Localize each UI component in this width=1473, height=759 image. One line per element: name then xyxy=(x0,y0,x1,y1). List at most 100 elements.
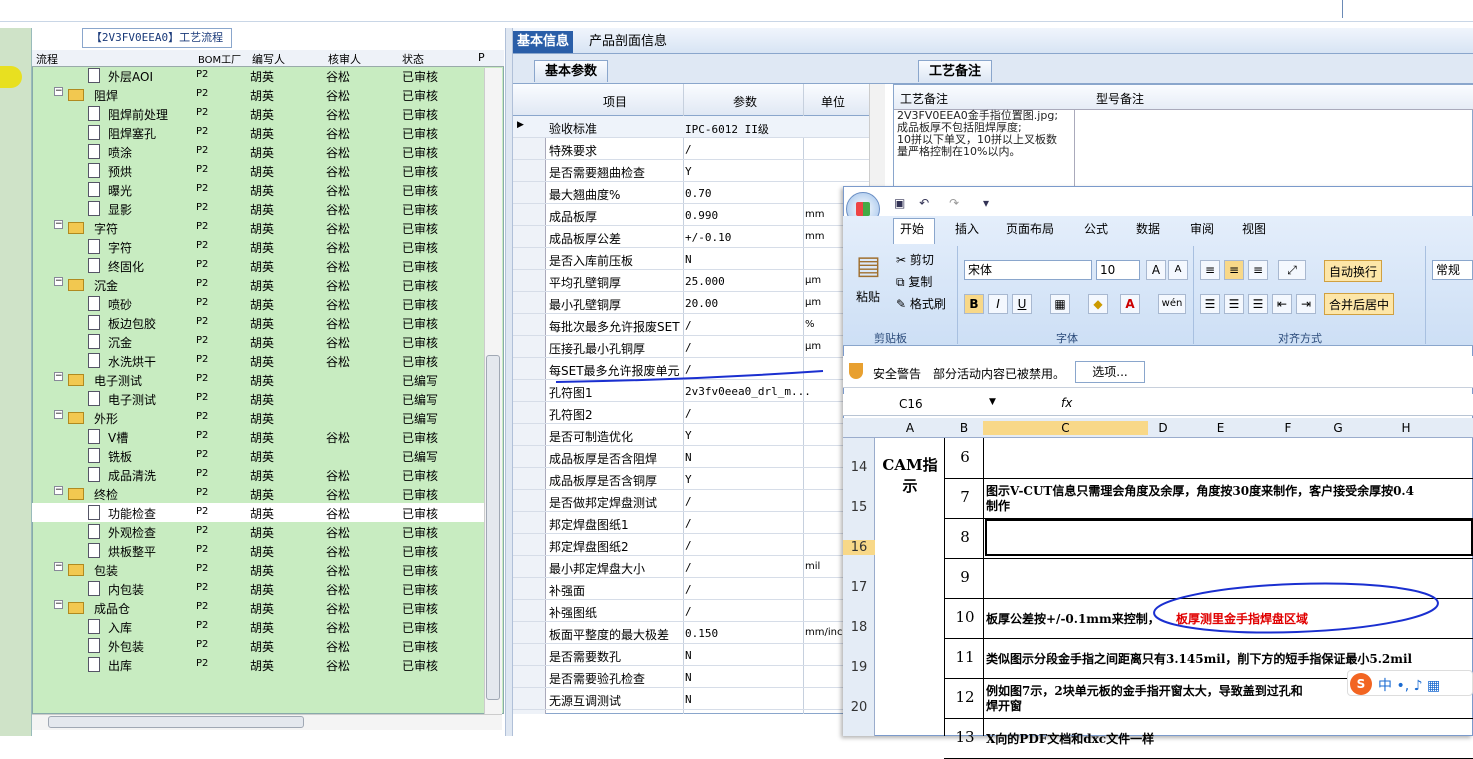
param-value[interactable]: / xyxy=(685,605,692,618)
param-value[interactable]: N xyxy=(685,693,692,706)
param-value[interactable]: / xyxy=(685,363,692,376)
quick-access-toolbar[interactable]: ▣ ↶ ↷ ▾ xyxy=(894,196,1014,212)
tree-row[interactable]: 烘板整平 P2 胡英 谷松 已审核 xyxy=(32,541,484,560)
font-size-combo[interactable]: 10 xyxy=(1096,260,1140,280)
param-row[interactable]: 邦定焊盘图纸1 / xyxy=(513,512,871,534)
param-row[interactable]: 是否入库前压板 N xyxy=(513,248,871,270)
param-row[interactable]: 孔符图1 2v3fv0eea0_drl_m... xyxy=(513,380,871,402)
param-value[interactable]: 20.00 xyxy=(685,297,718,310)
tree-row[interactable]: − 包装 P2 胡英 谷松 已审核 xyxy=(32,560,484,579)
options-button[interactable]: 选项... xyxy=(1075,361,1145,383)
align-middle-icon[interactable]: ≡ xyxy=(1224,260,1244,280)
paste-button[interactable]: 粘贴 xyxy=(856,288,880,305)
qat-dropdown-icon[interactable]: ▾ xyxy=(983,196,989,210)
cell-text-line2[interactable]: 制作 xyxy=(986,497,1010,514)
collapse-icon[interactable]: − xyxy=(54,562,63,571)
collapse-icon[interactable]: − xyxy=(54,277,63,286)
header-item[interactable]: 项目 xyxy=(603,93,627,110)
tree-row[interactable]: 曝光 P2 胡英 谷松 已审核 xyxy=(32,180,484,199)
subtab-notes[interactable]: 工艺备注 xyxy=(918,60,993,82)
cell-text[interactable]: 板厚公差按+/-0.1mm来控制， xyxy=(986,610,1160,627)
tree-row[interactable]: 内包装 P2 胡英 谷松 已审核 xyxy=(32,579,484,598)
tree-row[interactable]: 阻焊前处理 P2 胡英 谷松 已审核 xyxy=(32,104,484,123)
tree-row[interactable]: 预烘 P2 胡英 谷松 已审核 xyxy=(32,161,484,180)
collapse-icon[interactable]: − xyxy=(54,87,63,96)
cell-text[interactable]: 图示V-CUT信息只需理会角度及余厚，角度按30度来制作，客户接受余厚按0.4 xyxy=(986,482,1414,499)
param-value[interactable]: / xyxy=(685,539,692,552)
param-value[interactable]: N xyxy=(685,649,692,662)
tree-row[interactable]: − 成品仓 P2 胡英 谷松 已审核 xyxy=(32,598,484,617)
row-number[interactable]: 17 xyxy=(843,580,875,595)
param-row[interactable]: 每SET最多允许报废单元 / xyxy=(513,358,871,380)
param-value[interactable]: / xyxy=(685,561,692,574)
column-header[interactable]: H xyxy=(1363,421,1449,435)
tree-row[interactable]: 外包装 P2 胡英 谷松 已审核 xyxy=(32,636,484,655)
align-right-icon[interactable]: ☰ xyxy=(1248,294,1268,314)
param-row[interactable]: 最大翘曲度% 0.70 xyxy=(513,182,871,204)
bold-button[interactable]: B xyxy=(964,294,984,314)
param-row[interactable]: 成品板厚公差 +/-0.10 mm xyxy=(513,226,871,248)
tree-row[interactable]: 沉金 P2 胡英 谷松 已审核 xyxy=(32,332,484,351)
param-row[interactable]: 邦定焊盘图纸2 / xyxy=(513,534,871,556)
param-row[interactable]: 是否可制造优化 Y xyxy=(513,424,871,446)
merge-center-button[interactable]: 合并后居中 xyxy=(1324,293,1395,315)
format-painter-button[interactable]: ✎ 格式刷 xyxy=(896,295,946,312)
ribbon-tab[interactable]: 页面布局 xyxy=(1006,220,1054,237)
param-row[interactable]: 最小孔壁铜厚 20.00 μm xyxy=(513,292,871,314)
tab-basic-info[interactable]: 基本信息 xyxy=(513,31,574,53)
col-author[interactable]: 编写人 xyxy=(252,51,285,67)
wrap-text-button[interactable]: 自动换行 xyxy=(1324,260,1383,282)
collapse-icon[interactable]: − xyxy=(54,410,63,419)
ribbon-tab[interactable]: 插入 xyxy=(955,220,979,237)
process-note-text[interactable]: 2V3FV0EEA0金手指位置图.jpg; 成品板厚不包括阻焊厚度; 10拼以下单叉… xyxy=(897,110,1065,158)
tree-row[interactable]: 阻焊塞孔 P2 胡英 谷松 已审核 xyxy=(32,123,484,142)
tree-row[interactable]: − 终检 P2 胡英 谷松 已审核 xyxy=(32,484,484,503)
param-row[interactable]: 补强图纸 / xyxy=(513,600,871,622)
subtab-params[interactable]: 基本参数 xyxy=(534,60,609,82)
tree-row[interactable]: 终固化 P2 胡英 谷松 已审核 xyxy=(32,256,484,275)
col-flow[interactable]: 流程 xyxy=(36,51,58,67)
tree-row[interactable]: 字符 P2 胡英 谷松 已审核 xyxy=(32,237,484,256)
paste-icon[interactable]: ▤ xyxy=(856,252,881,280)
number-format-combo[interactable]: 常规 xyxy=(1432,260,1473,280)
tree-row[interactable]: 出库 P2 胡英 谷松 已审核 xyxy=(32,655,484,674)
row-number[interactable]: 19 xyxy=(843,660,875,675)
param-row[interactable]: 每批次最多允许报废SET /% xyxy=(513,314,871,336)
param-value[interactable]: N xyxy=(685,671,692,684)
param-value[interactable]: / xyxy=(685,407,692,420)
fill-color-icon[interactable]: ◆ xyxy=(1088,294,1108,314)
col-p[interactable]: P xyxy=(478,51,485,64)
collapse-icon[interactable]: − xyxy=(54,486,63,495)
ribbon-tab[interactable]: 审阅 xyxy=(1190,220,1214,237)
param-row[interactable]: 成品板厚是否含铜厚 Y xyxy=(513,468,871,490)
tree-row[interactable]: V槽 P2 胡英 谷松 已审核 xyxy=(32,427,484,446)
cell-text[interactable]: X向的PDF文档和dxc文件一样 xyxy=(986,730,1154,747)
ribbon-tab[interactable]: 开始 xyxy=(900,220,924,237)
col-bom[interactable]: BOM工厂 xyxy=(198,51,241,66)
ribbon-tab[interactable]: 视图 xyxy=(1242,220,1266,237)
param-row[interactable]: 板面平整度的最大极差 0.150 mm/inc xyxy=(513,622,871,644)
param-value[interactable]: N xyxy=(685,451,692,464)
tree-vscroll-thumb[interactable] xyxy=(486,355,500,700)
tree-row[interactable]: 板边包胶 P2 胡英 谷松 已审核 xyxy=(32,313,484,332)
param-value[interactable]: / xyxy=(685,143,692,156)
align-bottom-icon[interactable]: ≡ xyxy=(1248,260,1268,280)
param-value[interactable]: 0.990 xyxy=(685,209,718,222)
param-value[interactable]: Y xyxy=(685,473,692,486)
col-reviewer[interactable]: 核审人 xyxy=(328,51,361,67)
redo-icon[interactable]: ↷ xyxy=(949,196,959,210)
row-number[interactable]: 20 xyxy=(843,700,875,715)
shrink-font-button[interactable]: A xyxy=(1168,260,1188,280)
indent-decrease-icon[interactable]: ⇤ xyxy=(1272,294,1292,314)
param-value[interactable]: +/-0.10 xyxy=(685,231,731,244)
underline-button[interactable]: U xyxy=(1012,294,1032,314)
tree-row[interactable]: 铣板 P2 胡英 已编写 xyxy=(32,446,484,465)
param-value[interactable]: Y xyxy=(685,165,692,178)
panel-splitter[interactable] xyxy=(505,28,513,736)
param-value[interactable]: 2v3fv0eea0_drl_m... xyxy=(685,385,811,398)
tree-row[interactable]: 电子测试 P2 胡英 已编写 xyxy=(32,389,484,408)
tree-row[interactable]: 喷涂 P2 胡英 谷松 已审核 xyxy=(32,142,484,161)
column-header[interactable]: C xyxy=(983,421,1148,435)
tree-row[interactable]: 水洗烘干 P2 胡英 谷松 已审核 xyxy=(32,351,484,370)
tree-hscroll-thumb[interactable] xyxy=(48,716,304,728)
